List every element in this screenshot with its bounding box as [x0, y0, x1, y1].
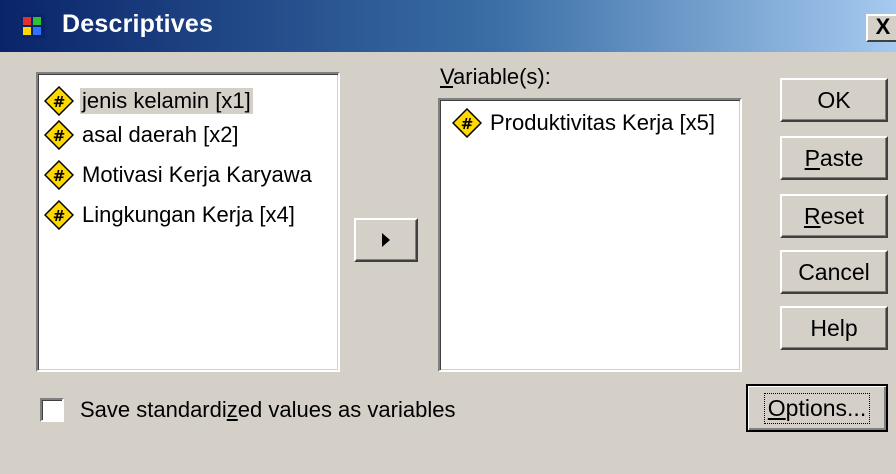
variable-scale-icon: # [452, 108, 482, 138]
list-item-label: jenis kelamin [x1] [80, 88, 253, 114]
variable-scale-icon: # [44, 120, 74, 150]
variables-label: Variable(s): [440, 64, 551, 89]
ok-button[interactable]: OK [780, 78, 888, 122]
svg-text:#: # [53, 167, 66, 185]
svg-text:#: # [53, 207, 66, 225]
options-button[interactable]: Options... [746, 384, 888, 432]
list-item-label: Produktivitas Kerja [x5] [490, 110, 715, 135]
right-arrow-icon [382, 233, 390, 247]
list-item-label: Motivasi Kerja Karyawa [82, 162, 312, 187]
window-title: Descriptives [62, 10, 214, 38]
variable-scale-icon: # [44, 160, 74, 190]
list-item-label: asal daerah [x2] [82, 122, 239, 147]
svg-text:#: # [461, 115, 474, 133]
title-bar[interactable]: Descriptives X [0, 0, 896, 52]
close-button[interactable]: X [866, 14, 896, 42]
reset-button[interactable]: Reset [780, 194, 888, 238]
save-standardized-label[interactable]: Save standardized values as variables [80, 397, 455, 423]
list-item-label: Lingkungan Kerja [x4] [82, 202, 295, 227]
list-item[interactable]: # Produktivitas Kerja [x5] [452, 106, 717, 140]
save-standardized-checkbox[interactable] [40, 398, 64, 422]
source-variable-list[interactable]: # jenis kelamin [x1] # asal daerah [x2] … [36, 72, 340, 372]
variable-scale-icon: # [44, 86, 74, 116]
svg-text:#: # [53, 127, 66, 145]
spss-app-icon [21, 14, 45, 38]
list-item[interactable]: # asal daerah [x2] [44, 118, 241, 152]
list-item[interactable]: # jenis kelamin [x1] [44, 84, 253, 118]
close-icon: X [875, 14, 891, 39]
variable-scale-icon: # [44, 200, 74, 230]
move-variable-button[interactable] [354, 218, 418, 262]
svg-text:#: # [53, 93, 66, 111]
target-variable-list[interactable]: # Produktivitas Kerja [x5] [438, 98, 742, 372]
cancel-button[interactable]: Cancel [780, 250, 888, 294]
help-button[interactable]: Help [780, 306, 888, 350]
paste-button[interactable]: Paste [780, 136, 888, 180]
list-item[interactable]: # Lingkungan Kerja [x4] [44, 198, 297, 232]
list-item[interactable]: # Motivasi Kerja Karyawa [44, 158, 314, 192]
